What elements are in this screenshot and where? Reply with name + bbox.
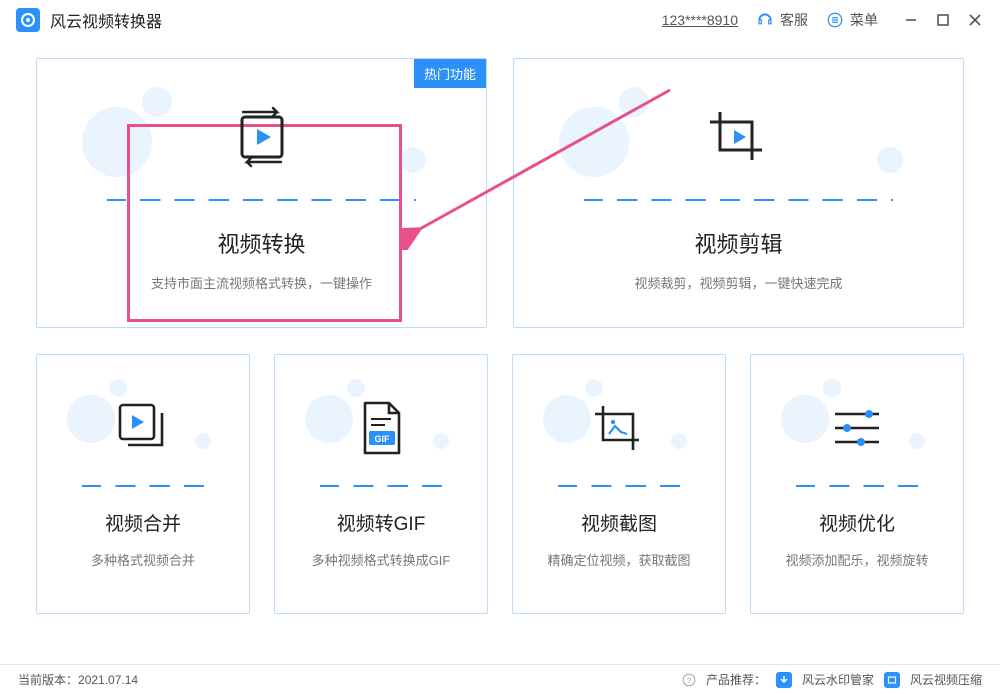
footer: 当前版本： 2021.07.14 ? 产品推荐： 风云水印管家 风云视频压缩 xyxy=(0,664,1000,694)
card-desc: 视频裁剪，视频剪辑，一键快速完成 xyxy=(634,275,842,293)
bg-blob xyxy=(195,433,211,449)
card-title: 视频优化 xyxy=(819,509,895,536)
svg-text:?: ? xyxy=(687,675,691,684)
close-button[interactable] xyxy=(966,11,984,29)
bg-blob xyxy=(67,395,115,443)
card-title: 视频转换 xyxy=(217,227,305,259)
headset-icon xyxy=(756,11,774,29)
menu-label: 菜单 xyxy=(850,10,878,30)
sliders-icon xyxy=(829,404,885,452)
maximize-icon xyxy=(936,13,950,27)
convert-icon xyxy=(227,102,297,172)
menu-button[interactable]: 菜单 xyxy=(826,10,878,30)
recommend-label: 产品推荐： xyxy=(706,671,766,688)
svg-text:GIF: GIF xyxy=(375,434,391,444)
card-video-gif[interactable]: GIF 视频转GIF 多种视频格式转换成GIF xyxy=(274,354,488,614)
bg-blob xyxy=(400,147,426,173)
help-icon: ? xyxy=(682,673,696,687)
version-label: 当前版本： xyxy=(18,671,78,688)
bg-blob xyxy=(585,379,603,397)
rec1-icon xyxy=(776,672,792,688)
card-title: 视频截图 xyxy=(581,509,657,536)
card-video-optimize[interactable]: 视频优化 视频添加配乐，视频旋转 xyxy=(750,354,964,614)
version-value: 2021.07.14 xyxy=(78,673,138,687)
minimize-icon xyxy=(904,13,918,27)
bg-blob xyxy=(142,87,172,117)
titlebar: 风云视频转换器 123****8910 客服 菜单 xyxy=(0,0,1000,40)
card-divider xyxy=(107,199,416,201)
bg-blob xyxy=(82,107,152,177)
card-video-convert[interactable]: 热门功能 视频转换 支持市面主流视频格式转换，一键操作 xyxy=(36,58,487,328)
card-desc: 精确定位视频，获取截图 xyxy=(547,552,690,570)
user-phone[interactable]: 123****8910 xyxy=(662,12,738,28)
card-divider xyxy=(796,485,919,487)
bg-blob xyxy=(671,433,687,449)
menu-icon xyxy=(826,11,844,29)
card-video-edit[interactable]: 视频剪辑 视频裁剪，视频剪辑，一键快速完成 xyxy=(513,58,964,328)
app-title: 风云视频转换器 xyxy=(50,8,162,32)
crop-icon xyxy=(700,102,778,172)
bg-blob xyxy=(543,395,591,443)
bg-blob xyxy=(347,379,365,397)
card-desc: 支持市面主流视频格式转换，一键操作 xyxy=(151,275,372,293)
bg-blob xyxy=(305,395,353,443)
support-label: 客服 xyxy=(780,10,808,30)
card-video-merge[interactable]: 视频合并 多种格式视频合并 xyxy=(36,354,250,614)
merge-icon xyxy=(114,399,172,457)
bg-blob xyxy=(877,147,903,173)
card-title: 视频剪辑 xyxy=(694,227,782,259)
maximize-button[interactable] xyxy=(934,11,952,29)
app-logo xyxy=(16,8,40,32)
bg-blob xyxy=(909,433,925,449)
bg-blob xyxy=(619,87,649,117)
card-title: 视频合并 xyxy=(105,509,181,536)
close-icon xyxy=(968,13,982,27)
card-title: 视频转GIF xyxy=(337,509,426,536)
bg-blob xyxy=(781,395,829,443)
card-desc: 多种视频格式转换成GIF xyxy=(312,552,451,570)
recommend-1[interactable]: 风云水印管家 xyxy=(802,671,874,688)
bg-blob xyxy=(109,379,127,397)
card-divider xyxy=(558,485,681,487)
card-desc: 视频添加配乐，视频旋转 xyxy=(785,552,928,570)
card-divider xyxy=(82,485,205,487)
card-desc: 多种格式视频合并 xyxy=(91,552,195,570)
support-button[interactable]: 客服 xyxy=(756,10,808,30)
bg-blob xyxy=(823,379,841,397)
recommend-2[interactable]: 风云视频压缩 xyxy=(910,671,982,688)
rec2-icon xyxy=(884,672,900,688)
bg-blob xyxy=(433,433,449,449)
gif-file-icon: GIF xyxy=(355,399,407,457)
bg-blob xyxy=(559,107,629,177)
card-divider xyxy=(320,485,443,487)
screenshot-icon xyxy=(589,400,649,456)
card-divider xyxy=(584,199,893,201)
card-video-screenshot[interactable]: 视频截图 精确定位视频，获取截图 xyxy=(512,354,726,614)
minimize-button[interactable] xyxy=(902,11,920,29)
